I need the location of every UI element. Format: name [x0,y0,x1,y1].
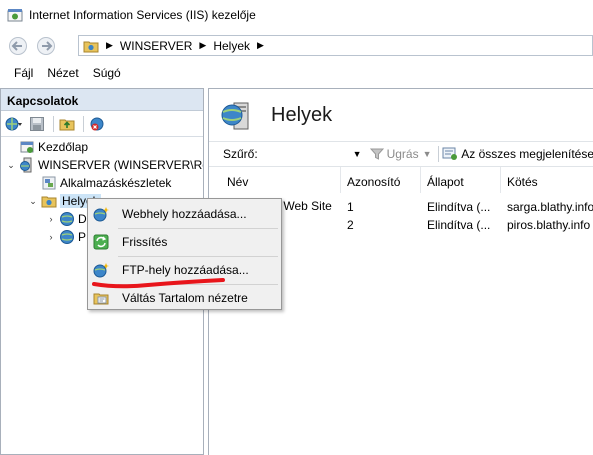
tree-item-site-2[interactable]: › P [45,228,86,246]
address-bar[interactable]: ▶ WINSERVER ▶ Helyek ▶ [78,35,593,56]
column-header-binding[interactable]: Kötés [501,167,593,193]
connections-header: Kapcsolatok [1,89,203,111]
page-title: Helyek [271,104,333,126]
content-view-icon [93,293,109,305]
sites-folder-icon [83,41,99,52]
tree-label: D [78,212,87,226]
website-globe-icon [60,212,74,226]
tree-item-start-page[interactable]: Kezdőlap [5,138,88,156]
iis-app-icon [7,9,23,22]
go-button[interactable]: Ugrás ▼ [369,147,432,161]
save-button[interactable] [27,115,47,133]
refresh-icon [93,234,109,250]
disconnect-globe-icon [90,117,104,130]
tree-label: Kezdőlap [38,140,89,154]
breadcrumb-sites[interactable]: Helyek [213,39,250,53]
cell-binding: sarga.blathy.info [507,200,593,214]
menu-item-add-website[interactable]: Webhely hozzáadása... [88,202,281,226]
show-all-icon [442,147,458,160]
menu-separator [118,228,278,229]
up-button[interactable] [57,115,77,133]
filter-input[interactable] [264,145,353,163]
tree-item-site-1[interactable]: › D [45,210,87,228]
menu-file[interactable]: Fájl [7,66,40,80]
cell-id: 1 [347,200,354,214]
column-header-name[interactable]: Név [221,167,341,193]
breadcrumb-arrow-icon: ▶ [199,40,207,50]
cell-status: Elindítva (... [427,218,491,232]
collapse-chevron-icon[interactable]: ⌄ [5,160,17,171]
context-menu: Webhely hozzáadása... Frissítés FTP-hely… [87,198,282,310]
menu-item-label: Váltás Tartalom nézetre [122,291,248,305]
breadcrumb-arrow-icon[interactable]: ▶ [257,40,264,51]
save-icon [30,116,44,131]
folder-up-icon [59,119,75,130]
window-title: Internet Information Services (IIS) keze… [29,8,256,22]
app-pools-icon [42,176,56,190]
show-all-label: Az összes megjelenítése [461,147,593,161]
tree-label: WINSERVER (WINSERVER\Ren [38,158,204,172]
address-row: ▶ WINSERVER ▶ Helyek ▶ [0,30,593,60]
sites-folder-icon [41,196,57,208]
menu-separator [118,256,278,257]
start-page-icon [20,141,34,153]
funnel-icon [369,148,384,160]
show-all-button[interactable]: Az összes megjelenítése [442,147,593,161]
menu-item-label: Frissítés [122,235,168,249]
cell-id: 2 [347,218,354,232]
back-arrow-icon [9,37,27,55]
back-button[interactable] [6,35,30,57]
collapse-chevron-icon[interactable]: ⌄ [27,196,39,207]
filter-dropdown-icon[interactable]: ▼ [353,149,362,159]
breadcrumb-arrow-icon: ▶ [106,40,113,50]
toolbar-separator [53,115,54,132]
title-bar: Internet Information Services (IIS) keze… [0,0,593,30]
go-dropdown-icon[interactable]: ▼ [423,149,432,159]
connect-globe-icon [5,117,22,130]
forward-arrow-icon [37,37,55,55]
filter-label: Szűrő: [223,147,258,161]
menu-bar: Fájl Nézet Súgó [0,62,593,84]
menu-item-switch-content-view[interactable]: Váltás Tartalom nézetre [88,286,281,310]
expand-chevron-icon[interactable]: › [45,232,57,242]
cell-binding: piros.blathy.info [507,218,591,232]
website-globe-icon [60,230,74,244]
tree-label: P [78,230,87,244]
breadcrumb-server[interactable]: WINSERVER [120,39,192,53]
tree-item-server[interactable]: ⌄ WINSERVER (WINSERVER\Ren [5,156,204,174]
sites-server-globe-icon [221,102,249,130]
column-header-id[interactable]: Azonosító [341,167,421,193]
tree-item-app-pools[interactable]: Alkalmazáskészletek [27,174,171,192]
go-label: Ugrás [386,147,419,161]
column-header-status[interactable]: Állapot [421,167,501,193]
filter-separator [437,146,439,162]
server-icon [20,157,32,173]
disconnect-button[interactable] [87,115,107,133]
connections-toolbar [1,111,203,137]
add-website-icon [93,207,109,222]
forward-button[interactable] [34,35,58,57]
menu-item-label: Webhely hozzáadása... [122,207,247,221]
tree-label: Alkalmazáskészletek [60,176,172,190]
menu-help[interactable]: Súgó [86,66,128,80]
menu-item-label: FTP-hely hozzáadása... [122,263,249,277]
page-header: Helyek [209,89,593,139]
filter-bar: Szűrő: ▼ Ugrás ▼ Az összes megjelenítése [209,141,593,167]
add-ftp-site-icon [93,263,109,278]
menu-item-refresh[interactable]: Frissítés [88,230,281,254]
toolbar-separator [83,115,84,132]
cell-status: Elindítva (... [427,200,491,214]
menu-item-add-ftp-site[interactable]: FTP-hely hozzáadása... [88,258,281,282]
connect-button[interactable] [4,115,24,133]
expand-chevron-icon[interactable]: › [45,214,57,224]
menu-separator [118,284,278,285]
menu-view[interactable]: Nézet [40,66,85,80]
